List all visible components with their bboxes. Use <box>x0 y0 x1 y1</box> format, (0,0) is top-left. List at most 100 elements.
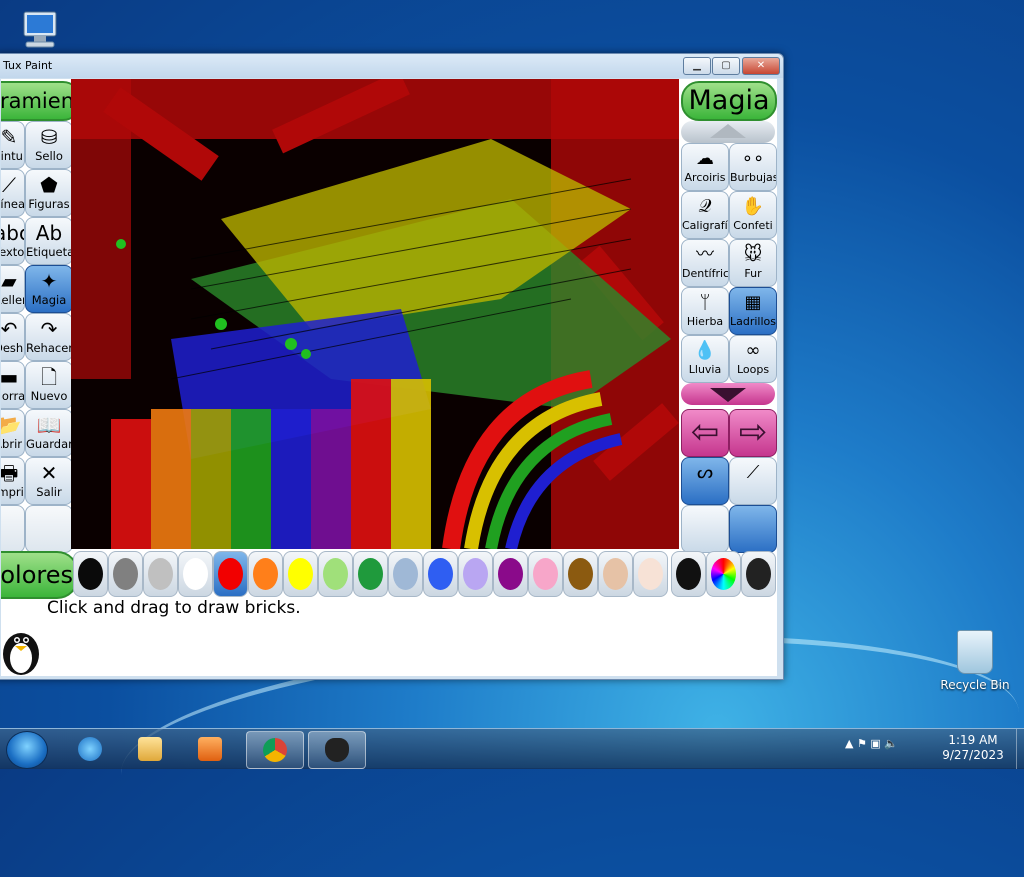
magic-calligraphy[interactable]: 𝒬 Caligrafía <box>681 191 729 239</box>
size-small-button[interactable] <box>681 505 729 553</box>
magic-rainbow[interactable]: ☁ Arcoiris <box>681 143 729 191</box>
confetti-icon: ✋ <box>741 196 765 217</box>
tool-print[interactable]: 🖶Imprimir <box>1 457 25 505</box>
magic-loops[interactable]: ∞ Loops <box>729 335 777 383</box>
open-icon: 📂 <box>1 412 24 438</box>
show-desktop-button[interactable] <box>1016 729 1024 769</box>
tool-magic-wand[interactable]: ✦ Magia <box>25 265 73 313</box>
magic-confetti[interactable]: ✋ Confeti <box>729 191 777 239</box>
text-icon: abc <box>1 221 24 245</box>
swatch-fill <box>253 558 278 590</box>
color-swatch[interactable] <box>248 551 283 597</box>
stamp-icon: ⛁ <box>40 125 58 149</box>
tool-lines[interactable]: ⟋Líneas <box>1 169 25 217</box>
volume-icon[interactable]: 🔈 <box>884 737 898 750</box>
color-picker-icon <box>676 558 701 590</box>
recycle-bin-label: Recycle Bin <box>940 678 1010 692</box>
magic-label: Dentífrico <box>682 267 729 280</box>
color-swatch[interactable] <box>318 551 353 597</box>
chrome-icon <box>263 738 287 762</box>
color-swatch[interactable] <box>493 551 528 597</box>
show-hidden-icons-icon[interactable]: ▲ <box>845 737 853 750</box>
taskbar-file-explorer[interactable] <box>122 731 178 767</box>
tool-new[interactable]: 🗋 Nuevo <box>25 361 73 409</box>
magic-label: Lluvia <box>688 363 722 376</box>
network-icon[interactable]: ▣ <box>870 737 880 750</box>
tool-quit[interactable]: ✕ Salir <box>25 457 73 505</box>
close-button[interactable]: ✕ <box>742 57 780 75</box>
size-large-button[interactable] <box>729 505 777 553</box>
color-swatch[interactable] <box>563 551 598 597</box>
color-wheel-button[interactable] <box>706 551 741 597</box>
magic-label: Confeti <box>733 219 773 232</box>
tool-text[interactable]: abcTexto <box>1 217 25 265</box>
tool-label: Deshacer <box>1 341 24 355</box>
magic-scroll-up[interactable] <box>681 121 775 143</box>
shapes-icon: ⬟ <box>40 173 58 197</box>
taskbar: ▲ ⚑ ▣ 🔈 1:19 AM 9/27/2023 <box>0 728 1024 769</box>
magic-grass[interactable]: ᛘ Hierba <box>681 287 729 335</box>
color-swatch[interactable] <box>108 551 143 597</box>
clock[interactable]: 1:19 AM 9/27/2023 <box>932 733 1014 763</box>
color-swatch[interactable] <box>388 551 423 597</box>
taskbar-media-player[interactable] <box>182 731 238 767</box>
tool-shapes[interactable]: ⬟ Figuras <box>25 169 73 217</box>
color-picker-button[interactable] <box>671 551 706 597</box>
color-swatch[interactable] <box>458 551 493 597</box>
tool-paint-brush[interactable]: ✎Pintura <box>1 121 25 169</box>
tool-label: Etiqueta <box>26 245 73 259</box>
color-swatch[interactable] <box>73 551 108 597</box>
magic-scroll-down[interactable] <box>681 383 775 405</box>
tux-paint-client: Herramientas ✎Pintura⛁Sello⟋Líneas⬟Figur… <box>1 79 777 676</box>
minimize-button[interactable]: ▁ <box>683 57 711 75</box>
tool-label: Guardar <box>26 437 73 451</box>
previous-button[interactable]: ⇦ <box>681 409 729 457</box>
magic-toothpaste[interactable]: 〰 Dentífrico <box>681 239 729 287</box>
tool-label: Nuevo <box>30 389 68 403</box>
tool-label[interactable]: Ab Etiqueta <box>25 217 73 265</box>
system-tray[interactable]: ▲ ⚑ ▣ 🔈 <box>845 737 898 750</box>
magic-bricks[interactable]: ▦ Ladrillos <box>729 287 777 335</box>
mode-paint-button[interactable]: ᔕ <box>681 457 729 505</box>
magic-label: Loops <box>736 363 770 376</box>
color-swatch[interactable] <box>598 551 633 597</box>
color-swatch[interactable] <box>633 551 668 597</box>
label-icon: Ab <box>35 221 63 245</box>
quit-icon: ✕ <box>40 461 58 485</box>
paint-brush-icon: ✎ <box>1 125 18 149</box>
status-message: Click and drag to draw bricks. <box>47 598 301 618</box>
swatch-fill <box>113 558 138 590</box>
recycle-bin-icon[interactable]: Recycle Bin <box>940 630 1010 692</box>
tool-redo[interactable]: ↷ Rehacer <box>25 313 73 361</box>
magic-fur[interactable]: 🐭 Fur <box>729 239 777 287</box>
color-swatch[interactable] <box>213 551 248 597</box>
drawing-canvas[interactable] <box>71 79 679 549</box>
magic-bubbles[interactable]: ∘∘ Burbujas <box>729 143 777 191</box>
taskbar-tux-paint[interactable] <box>308 731 366 769</box>
color-swatch[interactable] <box>528 551 563 597</box>
redo-icon: ↷ <box>40 317 58 341</box>
title-bar[interactable]: Tux Paint ▁ ▢ ✕ <box>0 54 783 78</box>
action-center-icon[interactable]: ⚑ <box>857 737 867 750</box>
tux-penguin-icon <box>1 624 43 676</box>
tool-stamp[interactable]: ⛁ Sello <box>25 121 73 169</box>
color-swatch[interactable] <box>143 551 178 597</box>
maximize-button[interactable]: ▢ <box>712 57 740 75</box>
tool-open[interactable]: 📂Abrir <box>1 409 25 457</box>
color-swatch[interactable] <box>353 551 388 597</box>
magic-rain[interactable]: 💧 Lluvia <box>681 335 729 383</box>
computer-icon[interactable] <box>14 8 62 54</box>
next-button[interactable]: ⇨ <box>729 409 777 457</box>
tool-undo[interactable]: ↶Deshacer <box>1 313 25 361</box>
color-swatch[interactable] <box>178 551 213 597</box>
tool-save[interactable]: 📖 Guardar <box>25 409 73 457</box>
color-mixer-button[interactable] <box>741 551 776 597</box>
color-swatch[interactable] <box>283 551 318 597</box>
tool-fill[interactable]: ▰Rellenar <box>1 265 25 313</box>
mode-fullscreen-button[interactable]: ⟋ <box>729 457 777 505</box>
color-swatch[interactable] <box>423 551 458 597</box>
start-button[interactable] <box>6 731 48 769</box>
taskbar-chrome[interactable] <box>246 731 304 769</box>
tool-eraser[interactable]: ▬Borrador <box>1 361 25 409</box>
taskbar-internet-explorer[interactable] <box>62 731 118 767</box>
